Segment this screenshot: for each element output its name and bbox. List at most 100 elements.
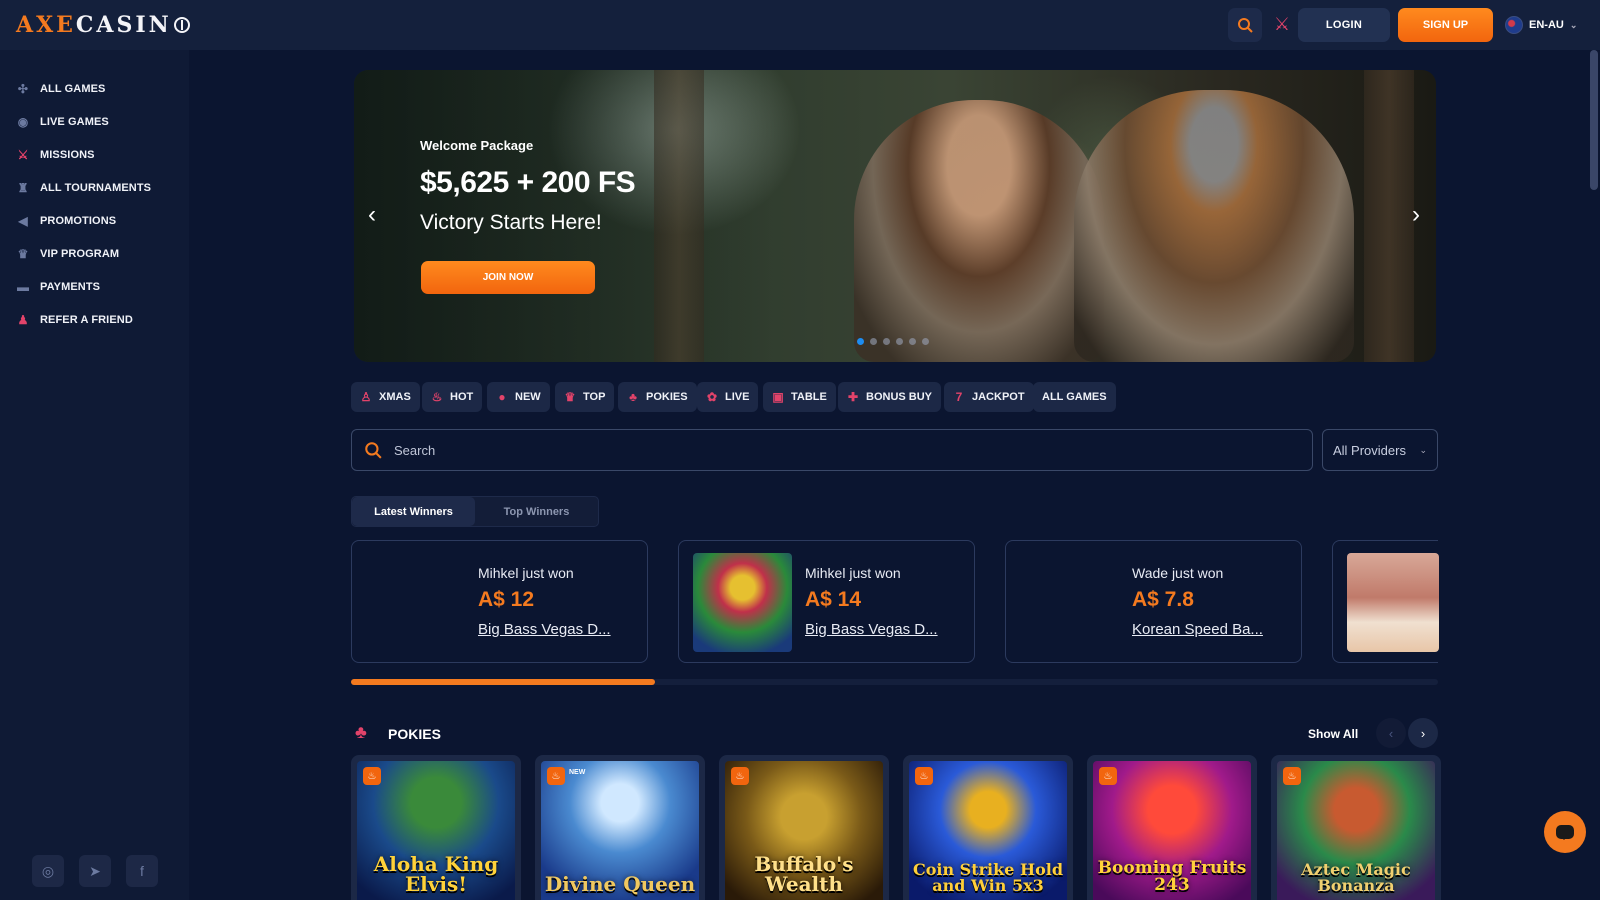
category-label: NEW <box>515 391 541 403</box>
banner-dot[interactable] <box>883 338 890 345</box>
game-thumbnail[interactable]: ♨ Buffalo's Wealth <box>725 761 883 900</box>
game-thumbnail[interactable]: ♨ Booming Fruits 243 <box>1093 761 1251 900</box>
category-all-games[interactable]: ALL GAMES <box>1033 382 1116 412</box>
telegram-icon[interactable]: ➤ <box>79 855 111 887</box>
banner-dot[interactable] <box>896 338 903 345</box>
game-card[interactable]: ♨ Buffalo's Wealth <box>719 755 889 900</box>
winner-card[interactable] <box>1332 540 1439 663</box>
banner-next-arrow-icon[interactable]: › <box>1404 200 1428 230</box>
winner-amount: A$ 7.8 <box>1132 588 1194 611</box>
table-icon: ▣ <box>772 390 784 404</box>
game-card[interactable]: ♨ Aztec Magic Bonanza <box>1271 755 1441 900</box>
sidebar-item-label: VIP PROGRAM <box>40 248 120 260</box>
sidebar-item-label: MISSIONS <box>40 149 95 161</box>
banner-pagination <box>857 338 929 345</box>
wallet-icon: ▬ <box>16 280 30 294</box>
sidebar-item-label: ALL TOURNAMENTS <box>40 182 152 194</box>
hot-badge-icon: ♨ <box>363 767 381 785</box>
banner-prev-arrow-icon[interactable]: ‹ <box>360 200 384 230</box>
missions-icon: ⚔ <box>17 148 29 162</box>
banner-dot[interactable] <box>922 338 929 345</box>
show-all-link[interactable]: Show All <box>1308 727 1358 741</box>
game-thumbnail[interactable]: ♨ Aztec Magic Bonanza <box>1277 761 1435 900</box>
category-label: TABLE <box>791 391 827 403</box>
game-thumbnail[interactable] <box>1347 553 1439 652</box>
game-search <box>351 429 1313 471</box>
language-selector[interactable]: EN-AU ⌄ <box>1505 14 1577 36</box>
banner-dot[interactable] <box>857 338 864 345</box>
winner-game-link[interactable]: Big Bass Vegas D... <box>805 621 938 638</box>
winner-card[interactable]: Mihkel just won A$ 12 Big Bass Vegas D..… <box>351 540 648 663</box>
signup-button[interactable]: SIGN UP <box>1398 8 1493 42</box>
category-new[interactable]: ● NEW <box>487 382 550 412</box>
search-button[interactable] <box>1228 8 1262 42</box>
pokies-next-arrow-icon[interactable]: › <box>1408 718 1438 748</box>
winner-card[interactable]: Mihkel just won A$ 14 Big Bass Vegas D..… <box>678 540 975 663</box>
hot-badge-icon: ♨ <box>915 767 933 785</box>
banner-tagline: Victory Starts Here! <box>420 211 602 234</box>
game-card[interactable]: ♨ Coin Strike Hold and Win 5x3 <box>903 755 1073 900</box>
banner-dot[interactable] <box>909 338 916 345</box>
language-label: EN-AU <box>1529 19 1564 31</box>
winner-game-link[interactable]: Big Bass Vegas D... <box>478 621 611 638</box>
category-label: JACKPOT <box>972 391 1025 403</box>
sidebar-item-live-games[interactable]: ◉ LIVE GAMES <box>16 112 109 132</box>
sidebar-item-payments[interactable]: ▬ PAYMENTS <box>16 277 100 297</box>
crown-icon: ♛ <box>564 390 576 404</box>
sidebar-item-all-tournaments[interactable]: ♜ ALL TOURNAMENTS <box>16 178 151 198</box>
category-pokies[interactable]: ♣ POKIES <box>618 382 697 412</box>
category-hot[interactable]: ♨ HOT <box>422 382 483 412</box>
category-table[interactable]: ▣ TABLE <box>763 382 836 412</box>
sidebar-item-all-games[interactable]: ✣ ALL GAMES <box>16 79 105 99</box>
winner-amount: A$ 12 <box>478 588 535 611</box>
sidebar: ✣ ALL GAMES ◉ LIVE GAMES ⚔ MISSIONS ♜ AL… <box>0 50 189 900</box>
axecasino-logo[interactable]: AXECASIN <box>16 11 190 39</box>
sidebar-item-promotions[interactable]: ◀ PROMOTIONS <box>16 211 116 231</box>
winner-card[interactable]: Wade just won A$ 7.8 Korean Speed Ba... <box>1005 540 1302 663</box>
page-scrollbar[interactable] <box>1590 50 1598 190</box>
category-label: HOT <box>450 391 474 403</box>
game-thumbnail[interactable]: ♨ Coin Strike Hold and Win 5x3 <box>909 761 1067 900</box>
sidebar-item-missions[interactable]: ⚔ MISSIONS <box>16 145 95 165</box>
facebook-icon[interactable]: f <box>126 855 158 887</box>
tab-top-winners[interactable]: Top Winners <box>475 497 598 526</box>
search-input[interactable] <box>394 442 1274 458</box>
category-label: BONUS BUY <box>866 391 933 403</box>
banner-subtitle: Welcome Package <box>420 138 534 153</box>
category-xmas[interactable]: ♙ XMAS <box>351 382 420 412</box>
category-jackpot[interactable]: 7 JACKPOT <box>944 382 1034 412</box>
tab-latest-winners[interactable]: Latest Winners <box>352 497 475 526</box>
sidebar-item-label: REFER A FRIEND <box>40 314 133 326</box>
game-card[interactable]: ♨ NEW Divine Queen <box>535 755 705 900</box>
sidebar-item-vip-program[interactable]: ♛ VIP PROGRAM <box>16 244 119 264</box>
game-thumbnail[interactable] <box>693 553 792 652</box>
missions-icon[interactable]: ⚔ <box>1270 12 1294 36</box>
winners-scroll-progress-fill <box>351 679 656 685</box>
game-title: Coin Strike Hold and Win 5x3 <box>912 860 1064 895</box>
pokies-prev-arrow-icon[interactable]: ‹ <box>1376 718 1406 748</box>
join-now-button[interactable]: JOIN NOW <box>421 261 595 294</box>
providers-dropdown[interactable]: All Providers ⌄ <box>1322 429 1438 471</box>
banner-dot[interactable] <box>870 338 877 345</box>
live-chat-button[interactable] <box>1544 811 1586 853</box>
hot-badge-icon: ♨ <box>1099 767 1117 785</box>
hot-badge-icon: ♨ <box>731 767 749 785</box>
game-thumbnail[interactable]: ♨ NEW Divine Queen <box>541 761 699 900</box>
sidebar-item-label: PROMOTIONS <box>40 215 117 227</box>
top-header: AXECASIN ⚔ LOGIN SIGN UP EN-AU ⌄ <box>0 0 1600 50</box>
game-thumbnail[interactable]: ♨ Aloha King Elvis! <box>357 761 515 900</box>
instagram-icon[interactable]: ◎ <box>32 855 64 887</box>
hero-banner[interactable]: Welcome Package $5,625 + 200 FS Victory … <box>354 70 1436 362</box>
sidebar-item-label: LIVE GAMES <box>40 116 109 128</box>
game-card[interactable]: ♨ Booming Fruits 243 <box>1087 755 1257 900</box>
sidebar-item-refer-a-friend[interactable]: ♟ REFER A FRIEND <box>16 310 133 330</box>
chat-icon <box>1556 825 1574 840</box>
category-live[interactable]: ✿ LIVE <box>697 382 759 412</box>
category-top[interactable]: ♛ TOP <box>555 382 615 412</box>
trophy-icon: ♜ <box>17 181 29 195</box>
game-card[interactable]: ♨ Aloha King Elvis! <box>351 755 521 900</box>
winner-name: Mihkel just won <box>478 565 574 581</box>
winner-game-link[interactable]: Korean Speed Ba... <box>1132 621 1263 638</box>
category-bonus-buy[interactable]: ✚ BONUS BUY <box>838 382 942 412</box>
login-button[interactable]: LOGIN <box>1298 8 1390 42</box>
